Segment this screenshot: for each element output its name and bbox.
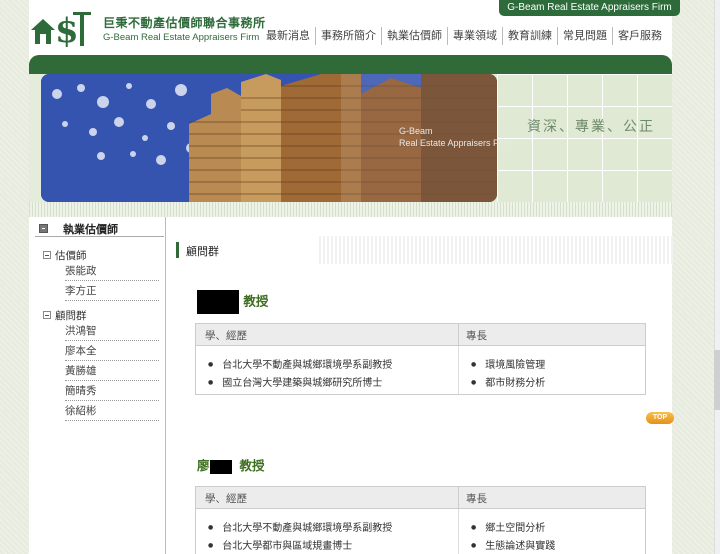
sidebar-heading-label: 執業估價師	[63, 223, 118, 236]
header-green-bar	[29, 55, 672, 74]
main-content: 顧問群 教授 學、經歷 專長 台北大學不動產與城鄉環境學系副教授 國立台灣大學建…	[167, 217, 674, 554]
banner-subtitle: Real Estate Appraisers Firm	[399, 138, 512, 148]
specialty-item: 都市財務分析	[471, 374, 545, 389]
person-title: 教授	[243, 293, 269, 309]
table-header: 學、經歷 專長	[196, 487, 645, 509]
nav-item-expertise[interactable]: 專業領域	[448, 27, 503, 45]
section-header: 顧問群	[173, 236, 673, 264]
banner: 資深、專業、公正 G-Beam Real Estate Appraisers F…	[29, 74, 672, 217]
table-header: 學、經歷 專長	[196, 324, 645, 346]
logo-chinese-name: 巨秉不動產估價師聯合事務所	[103, 16, 266, 30]
banner-grid-panel	[497, 74, 672, 202]
sidebar-item-person[interactable]: 徐紹彬	[65, 402, 159, 421]
sidebar-item-person[interactable]: 黃勝雄	[65, 362, 159, 381]
table-body: 台北大學不動產與城鄉環境學系副教授 台北大學都市與區域規畫博士 鄉土空間分析 生…	[196, 509, 645, 554]
header: G-Beam Real Estate Appraisers Firm $ 巨秉不…	[29, 0, 680, 55]
scrollbar-thumb[interactable]	[714, 350, 720, 410]
person-name: 廖 教授	[197, 455, 265, 474]
page-scrollbar[interactable]	[714, 0, 720, 554]
banner-slogan: 資深、專業、公正	[527, 119, 655, 135]
tree-minus-icon[interactable]	[43, 251, 51, 259]
nav-item-training[interactable]: 教育訓練	[503, 27, 558, 45]
sidebar-item-person[interactable]: 張能政	[65, 262, 159, 281]
specialty-item: 生態論述與實踐	[471, 537, 555, 552]
redacted-name	[197, 290, 239, 314]
nav-item-faq[interactable]: 常見問題	[558, 27, 613, 45]
sidebar-group-label: 估價師	[55, 250, 87, 262]
tree-minus-icon[interactable]	[43, 311, 51, 319]
nav-item-appraisers[interactable]: 執業估價師	[382, 27, 448, 45]
section-marker	[176, 242, 179, 258]
column-specialty: 專長	[466, 330, 487, 342]
sidebar: 執業估價師 估價師 張能政 李方正 顧問群 洪鴻智 廖本全 黃勝雄 簡晴秀 徐紹…	[29, 217, 166, 554]
firm-badge: G-Beam Real Estate Appraisers Firm	[499, 0, 680, 16]
redacted-name	[209, 459, 232, 474]
profile-table: 學、經歷 專長 台北大學不動產與城鄉環境學系副教授 台北大學都市與區域規畫博士 …	[195, 486, 646, 554]
logo[interactable]: $ 巨秉不動產估價師聯合事務所 G-Beam Real Estate Appra…	[29, 10, 265, 50]
column-specialty: 專長	[466, 493, 487, 505]
history-item: 台北大學不動產與城鄉環境學系副教授	[208, 519, 392, 534]
nav-item-service[interactable]: 客戶服務	[613, 27, 667, 45]
sidebar-item-person[interactable]: 廖本全	[65, 342, 159, 361]
column-history: 學、經歷	[205, 493, 247, 505]
sidebar-group-advisors[interactable]: 顧問群	[43, 308, 87, 323]
main-nav: 最新消息 事務所簡介 執業估價師 專業領域 教育訓練 常見問題 客戶服務	[261, 27, 667, 45]
profile-table: 學、經歷 專長 台北大學不動產與城鄉環境學系副教授 國立台灣大學建築與城鄉研究所…	[195, 323, 646, 395]
specialty-item: 鄉土空間分析	[471, 519, 545, 534]
nav-item-about[interactable]: 事務所簡介	[316, 27, 382, 45]
specialty-item: 環境風險管理	[471, 356, 545, 371]
svg-text:$: $	[55, 11, 79, 48]
history-item: 台北大學不動產與城鄉環境學系副教授	[208, 356, 392, 371]
collapse-icon[interactable]	[39, 224, 48, 233]
sidebar-group-appraisers[interactable]: 估價師	[43, 248, 87, 263]
sidebar-item-person[interactable]: 洪鴻智	[65, 322, 159, 341]
logo-english-name: G-Beam Real Estate Appraisers Firm	[103, 32, 260, 43]
person-name-visible: 廖	[197, 458, 210, 473]
page: G-Beam Real Estate Appraisers Firm $ 巨秉不…	[29, 0, 680, 554]
history-item: 台北大學都市與區域規畫博士	[208, 537, 352, 552]
sidebar-group-label: 顧問群	[55, 310, 87, 322]
person-title: 教授	[239, 458, 265, 473]
banner-stripe	[29, 202, 672, 217]
column-history: 學、經歷	[205, 330, 247, 342]
section-title: 顧問群	[186, 245, 219, 258]
table-body: 台北大學不動產與城鄉環境學系副教授 國立台灣大學建築與城鄉研究所博士 環境風險管…	[196, 346, 645, 394]
sidebar-item-person[interactable]: 簡晴秀	[65, 382, 159, 401]
sidebar-item-person[interactable]: 李方正	[65, 282, 159, 301]
top-button[interactable]: TOP	[646, 412, 674, 424]
sidebar-heading: 執業估價師	[35, 221, 164, 237]
nav-item-news[interactable]: 最新消息	[261, 27, 316, 45]
person-name: 教授	[197, 290, 268, 314]
logo-mark-icon: $	[31, 11, 91, 48]
history-item: 國立台灣大學建築與城鄉研究所博士	[208, 374, 382, 389]
banner-title: G-Beam	[399, 126, 433, 136]
